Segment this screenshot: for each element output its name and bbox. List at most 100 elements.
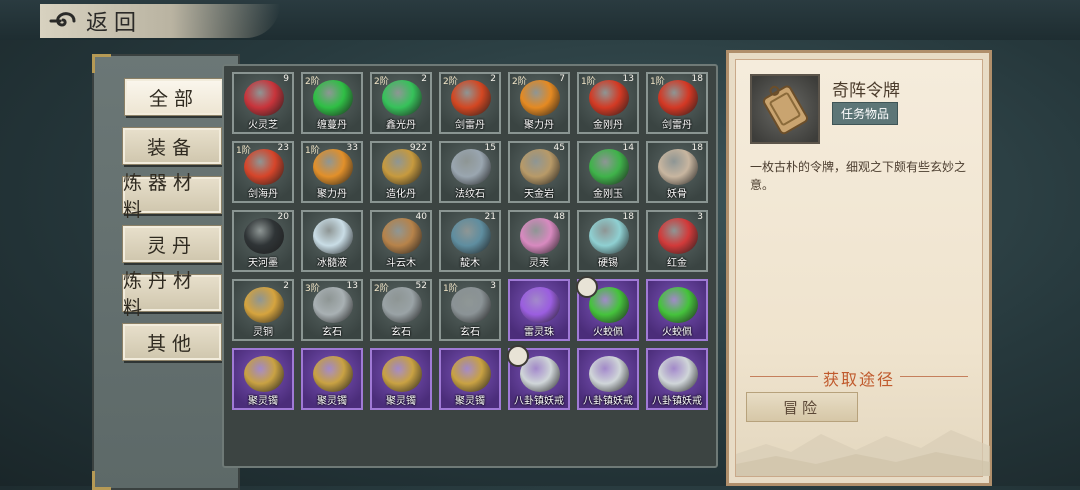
category-tab-other[interactable]: 其他 bbox=[122, 323, 222, 361]
detail-inner: 奇阵令牌 任务物品 一枚古朴的令牌，细观之下颇有些玄妙之意。 获取途径 冒险 bbox=[735, 59, 990, 477]
inventory-slot[interactable]: 3阶 13 玄石 bbox=[301, 279, 363, 341]
inventory-slot[interactable]: 922 造化丹 bbox=[370, 141, 432, 203]
inventory-slot[interactable]: 40 斗云木 bbox=[370, 210, 432, 272]
item-icon bbox=[244, 356, 284, 392]
category-tab-pills[interactable]: 灵丹 bbox=[122, 225, 222, 263]
inventory-slot[interactable]: 聚灵镯 bbox=[370, 348, 432, 410]
item-icon bbox=[382, 356, 422, 392]
category-tab-all[interactable]: 全部 bbox=[124, 78, 224, 116]
inventory-slot[interactable]: 雷灵珠 bbox=[508, 279, 570, 341]
item-name: 灵铜 bbox=[253, 327, 273, 338]
item-tier: 2阶 bbox=[443, 77, 458, 87]
divider bbox=[900, 376, 968, 377]
inventory-slot[interactable]: 2阶 52 玄石 bbox=[370, 279, 432, 341]
inventory-slot[interactable]: 3 红金 bbox=[646, 210, 708, 272]
item-icon bbox=[313, 356, 353, 392]
category-tab-alchemy-materials[interactable]: 炼丹材料 bbox=[122, 270, 222, 319]
item-quantity: 922 bbox=[409, 143, 427, 153]
inventory-slot[interactable]: 18 妖骨 bbox=[646, 141, 708, 203]
inventory-slot[interactable]: 18 硬锡 bbox=[577, 210, 639, 272]
item-tier: 1阶 bbox=[443, 284, 458, 294]
item-tier: 2阶 bbox=[374, 77, 389, 87]
item-name: 雷灵珠 bbox=[524, 327, 554, 338]
inventory-slot[interactable]: 八卦镇妖戒 bbox=[646, 348, 708, 410]
item-quantity: 2 bbox=[283, 281, 289, 291]
item-quantity: 15 bbox=[484, 143, 496, 153]
item-quantity: 23 bbox=[277, 143, 289, 153]
inventory-slot[interactable]: 2阶 缠蔓丹 bbox=[301, 72, 363, 134]
item-name: 火灵芝 bbox=[248, 120, 278, 131]
inventory-slot[interactable]: 9 火灵芝 bbox=[232, 72, 294, 134]
acquire-title: 获取途径 bbox=[822, 370, 895, 389]
item-icon bbox=[589, 218, 629, 254]
inventory-slot[interactable]: 20 天河墨 bbox=[232, 210, 294, 272]
item-name: 聚灵镯 bbox=[248, 396, 278, 407]
item-type-badge: 任务物品 bbox=[832, 102, 899, 125]
category-tab-forging-materials[interactable]: 炼器材料 bbox=[122, 172, 222, 221]
item-name: 火蛟佩 bbox=[662, 327, 692, 338]
item-name: 冰髓液 bbox=[317, 258, 347, 269]
item-name: 金刚玉 bbox=[593, 189, 623, 200]
item-icon bbox=[520, 149, 560, 185]
item-name: 灵汞 bbox=[529, 258, 549, 269]
inventory-slot[interactable]: 1阶 18 剑雷丹 bbox=[646, 72, 708, 134]
inventory-slot[interactable]: 聚灵镯 bbox=[439, 348, 501, 410]
item-quantity: 14 bbox=[622, 143, 634, 153]
inventory-slot[interactable]: 2阶 2 剑雷丹 bbox=[439, 72, 501, 134]
item-quantity: 9 bbox=[283, 74, 289, 84]
inventory-slot[interactable]: 1阶 13 金刚丹 bbox=[577, 72, 639, 134]
item-icon bbox=[451, 218, 491, 254]
item-quantity: 18 bbox=[622, 212, 634, 222]
category-panel: 全部 装备 炼器材料 灵丹 炼丹材料 其他 bbox=[92, 54, 240, 490]
item-icon bbox=[382, 218, 422, 254]
inventory-slot[interactable]: 1阶 23 剑海丹 bbox=[232, 141, 294, 203]
inventory-slot[interactable]: 48 灵汞 bbox=[508, 210, 570, 272]
item-name: 天河墨 bbox=[248, 258, 278, 269]
item-icon bbox=[658, 287, 698, 323]
inventory-slot[interactable]: 2阶 7 聚力丹 bbox=[508, 72, 570, 134]
inventory-slot[interactable]: 冰髓液 bbox=[301, 210, 363, 272]
category-tab-equipment[interactable]: 装备 bbox=[122, 127, 222, 165]
top-bar: 返回 bbox=[0, 0, 1080, 40]
item-quantity: 13 bbox=[622, 74, 634, 84]
item-name: 聚力丹 bbox=[317, 189, 347, 200]
item-name: 妖骨 bbox=[667, 189, 687, 200]
item-name: 聚灵镯 bbox=[386, 396, 416, 407]
inventory-slot[interactable]: 八卦镇妖戒 bbox=[577, 348, 639, 410]
inventory-slot[interactable]: 15 法纹石 bbox=[439, 141, 501, 203]
inventory-slot[interactable]: 火蛟佩 bbox=[646, 279, 708, 341]
item-tier: 2阶 bbox=[305, 77, 320, 87]
inventory-slot[interactable]: 1阶 33 聚力丹 bbox=[301, 141, 363, 203]
item-quantity: 13 bbox=[346, 281, 358, 291]
item-quantity: 33 bbox=[346, 143, 358, 153]
back-button[interactable]: 返回 bbox=[40, 4, 280, 38]
inventory-slot[interactable]: 45 天金岩 bbox=[508, 141, 570, 203]
inventory-slot[interactable]: 14 金刚玉 bbox=[577, 141, 639, 203]
mountain-decoration bbox=[736, 430, 990, 476]
item-icon bbox=[313, 218, 353, 254]
item-name: 斗云木 bbox=[386, 258, 416, 269]
item-icon bbox=[658, 149, 698, 185]
item-name: 剑雷丹 bbox=[455, 120, 485, 131]
item-title: 奇阵令牌 bbox=[832, 81, 900, 101]
item-quantity: 7 bbox=[559, 74, 565, 84]
inventory-slot[interactable]: 聚灵镯 bbox=[301, 348, 363, 410]
item-quantity: 48 bbox=[553, 212, 565, 222]
back-label: 返回 bbox=[86, 11, 143, 36]
item-name: 鑫光丹 bbox=[386, 120, 416, 131]
item-icon bbox=[244, 218, 284, 254]
item-quantity: 21 bbox=[484, 212, 496, 222]
inventory-slot[interactable]: 1阶 3 玄石 bbox=[439, 279, 501, 341]
swirl-back-icon bbox=[40, 4, 86, 38]
inventory-slot[interactable]: 2阶 2 鑫光丹 bbox=[370, 72, 432, 134]
inventory-slot[interactable]: 21 靛木 bbox=[439, 210, 501, 272]
item-quantity: 3 bbox=[490, 281, 496, 291]
inventory-slot[interactable]: 2 灵铜 bbox=[232, 279, 294, 341]
item-name: 剑海丹 bbox=[248, 189, 278, 200]
item-tier: 3阶 bbox=[305, 284, 320, 294]
item-icon bbox=[244, 287, 284, 323]
item-name: 靛木 bbox=[460, 258, 480, 269]
item-name: 红金 bbox=[667, 258, 687, 269]
inventory-slot[interactable]: 聚灵镯 bbox=[232, 348, 294, 410]
item-icon bbox=[451, 149, 491, 185]
